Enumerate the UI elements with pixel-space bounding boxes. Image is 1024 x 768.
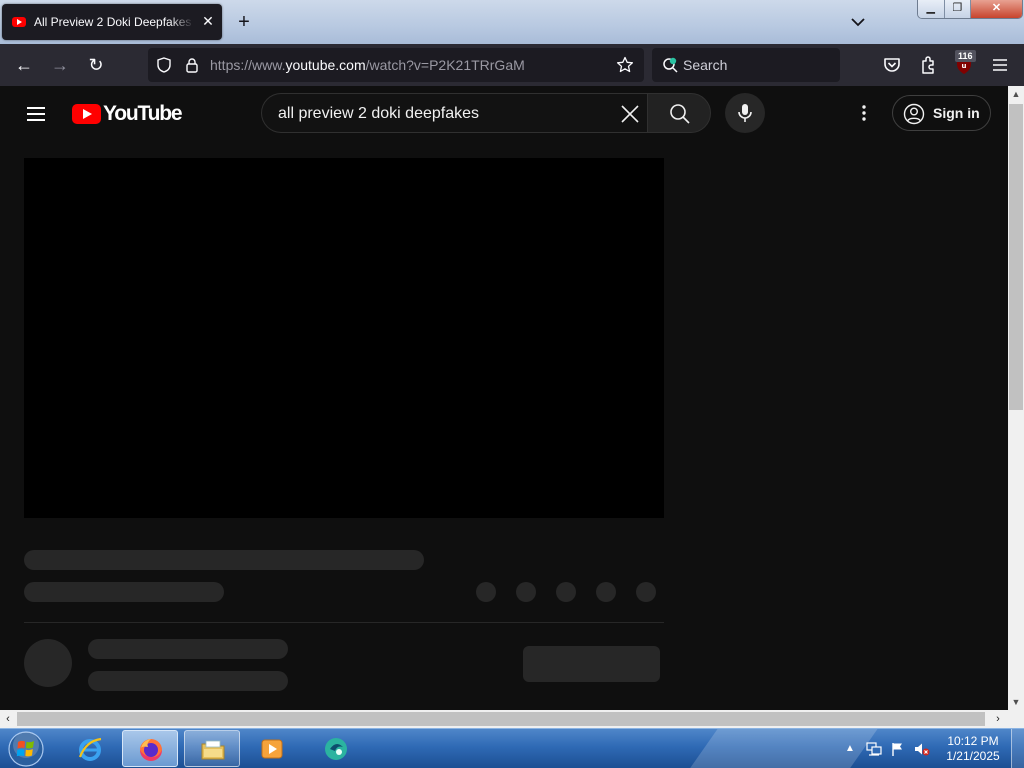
bookmark-star-icon[interactable] [616,56,634,74]
taskbar-internet-explorer[interactable] [62,730,118,767]
internet-explorer-icon [78,737,102,761]
channel-avatar-skeleton [24,639,72,687]
taskbar-media-player[interactable] [244,730,300,767]
guide-menu-button[interactable] [24,102,48,126]
search-query-text[interactable]: all preview 2 doki deepfakes [278,104,479,124]
youtube-search-input[interactable]: all preview 2 doki deepfakes [261,93,647,133]
subscriber-count-skeleton [88,671,288,691]
horizontal-scroll-thumb[interactable] [17,712,985,726]
vertical-scrollbar[interactable]: ▲ ▼ [1008,86,1024,710]
windows-taskbar: ▲ 10:12 PM 1/21/2025 [0,728,1024,768]
search-placeholder: Search [683,57,728,73]
url-domain: youtube.com [285,57,366,73]
blocked-count-badge: 116 [955,50,976,62]
search-icon [670,104,690,124]
new-tab-button[interactable]: + [232,10,256,34]
forward-button[interactable]: → [48,53,72,77]
sign-in-label: Sign in [933,105,980,121]
browser-tab[interactable]: All Preview 2 Doki Deepfakes (NSFW) ✕ [2,4,222,40]
vertical-scroll-thumb[interactable] [1009,104,1023,410]
network-icon[interactable] [866,741,882,757]
search-engine-icon [663,57,678,73]
list-all-tabs-button[interactable] [846,10,870,34]
channel-name-skeleton [88,639,288,659]
browser-toolbar: ← → ↻ https://www.youtube.com/watch?v=P2… [0,44,1024,130]
show-desktop-button[interactable] [1011,729,1024,768]
maximize-button[interactable]: ❐ [944,0,971,18]
divider [24,622,664,623]
more-vertical-icon [862,105,866,121]
microphone-icon [738,104,752,122]
title-skeleton [24,550,424,570]
window-controls: ▁ ❐ ✕ [917,0,1023,19]
action-skeleton [556,582,576,602]
back-button[interactable]: ← [12,53,36,77]
action-skeleton [596,582,616,602]
browser-search-field[interactable]: Search [652,48,840,82]
volume-muted-icon[interactable] [914,741,930,757]
scroll-up-arrow-icon[interactable]: ▲ [1008,86,1024,102]
account-icon [903,103,925,125]
meta-skeleton [24,582,224,602]
hamburger-icon-line [27,113,45,115]
video-player[interactable] [24,158,664,518]
app-icon [325,738,347,760]
horizontal-scrollbar[interactable]: ‹ › [0,710,1008,728]
voice-search-button[interactable] [725,93,765,133]
youtube-search-button[interactable] [647,93,711,133]
clock-date: 1/21/2025 [946,749,1000,763]
url-path: /watch?v=P2K21TRrGaM [365,57,525,73]
scroll-down-arrow-icon[interactable]: ▼ [1008,694,1024,710]
action-skeleton [516,582,536,602]
clear-search-icon[interactable] [618,102,642,126]
scroll-right-arrow-icon[interactable]: › [990,711,1006,727]
menu-hamburger-icon[interactable] [988,53,1012,77]
scroll-left-arrow-icon[interactable]: ‹ [0,711,16,727]
system-clock[interactable]: 10:12 PM 1/21/2025 [938,734,1008,764]
reload-button[interactable]: ↻ [84,53,108,77]
taskbar-file-explorer[interactable] [184,730,240,767]
hamburger-icon-line [27,119,45,121]
hamburger-icon [27,107,45,109]
chevron-down-icon [851,18,865,27]
windows-start-orb-icon [8,731,44,767]
close-window-button[interactable]: ✕ [971,0,1022,18]
close-tab-button[interactable]: ✕ [200,13,216,29]
url-text[interactable]: https://www.youtube.com/watch?v=P2K21TRr… [210,57,525,73]
action-skeleton [476,582,496,602]
action-skeleton [636,582,656,602]
settings-more-button[interactable] [852,101,876,125]
tab-title: All Preview 2 Doki Deepfakes (NSFW) [34,15,194,29]
show-hidden-icons-button[interactable]: ▲ [842,741,858,757]
svg-text:u: u [962,62,967,70]
youtube-wordmark: YouTube [103,102,183,125]
media-player-icon [261,739,283,759]
youtube-page: YouTube all preview 2 doki deepfakes Sig… [0,86,1008,710]
youtube-favicon-icon [12,17,26,27]
pocket-icon[interactable] [880,53,904,77]
taskbar-app[interactable] [308,730,364,767]
url-prefix: https://www. [210,57,286,73]
firefox-icon [140,739,162,761]
youtube-logo[interactable]: YouTube [72,102,183,126]
youtube-play-logo-icon [72,104,101,124]
scrollbar-corner [1008,710,1024,728]
minimize-button[interactable]: ▁ [918,0,945,18]
file-explorer-icon [201,740,225,760]
shield-icon[interactable] [156,57,172,73]
address-bar[interactable]: https://www.youtube.com/watch?v=P2K21TRr… [148,48,644,82]
browser-tab-strip: All Preview 2 Doki Deepfakes (NSFW) ✕ + … [0,0,1024,44]
extensions-icon[interactable] [916,53,940,77]
subscribe-button-skeleton [523,646,660,682]
start-button[interactable] [6,730,46,768]
sign-in-button[interactable]: Sign in [892,95,991,131]
clock-time: 10:12 PM [947,734,999,748]
action-center-flag-icon[interactable] [890,741,906,757]
taskbar-firefox[interactable] [122,730,178,767]
lock-icon[interactable] [184,57,200,73]
